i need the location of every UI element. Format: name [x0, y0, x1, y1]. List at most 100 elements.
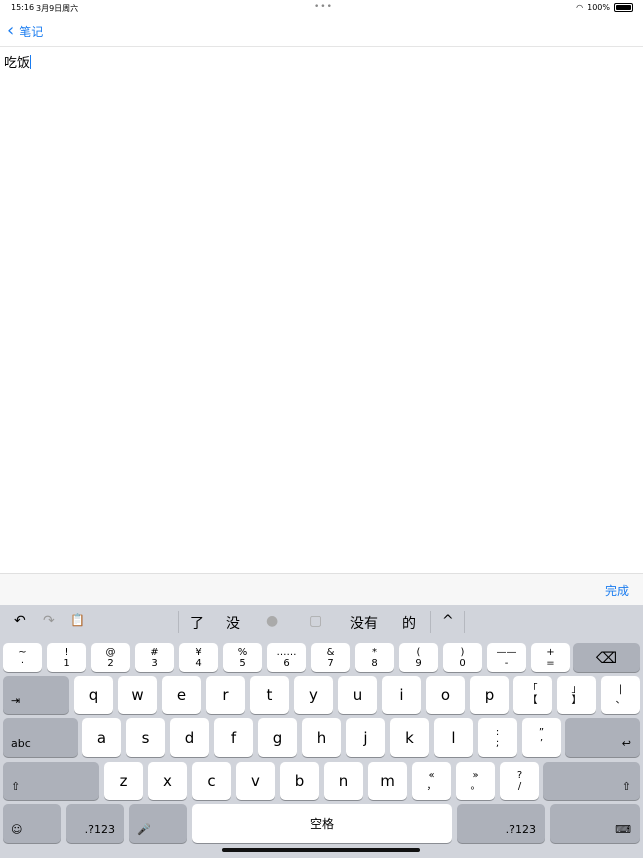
- punctuation-key[interactable]: 「【: [513, 676, 552, 714]
- letter-key[interactable]: y: [294, 676, 333, 714]
- candidate-3[interactable]: 没有: [350, 613, 378, 633]
- letter-key[interactable]: z: [104, 762, 143, 800]
- candidate-2[interactable]: 没: [226, 613, 240, 633]
- number-key[interactable]: ~ ·: [3, 643, 42, 672]
- number-key[interactable]: …… 6: [267, 643, 306, 672]
- numbers-key-left[interactable]: .?123: [66, 804, 124, 843]
- paste-icon[interactable]: 📋: [70, 613, 85, 627]
- toolbar-divider: [178, 611, 179, 633]
- letter-key[interactable]: r: [206, 676, 245, 714]
- letter-key[interactable]: m: [368, 762, 407, 800]
- key-label: m: [380, 772, 395, 790]
- back-button[interactable]: ‹ 笔记: [7, 22, 43, 40]
- key-label: g: [272, 728, 283, 747]
- key-bottom-symbol: 【: [527, 695, 538, 706]
- number-key[interactable]: #3: [135, 643, 174, 672]
- letter-key[interactable]: n: [324, 762, 363, 800]
- letter-key[interactable]: g: [258, 718, 297, 757]
- expand-candidates-icon[interactable]: ^: [442, 613, 454, 629]
- letter-key[interactable]: p: [470, 676, 509, 714]
- tab-key[interactable]: ⇥: [3, 676, 69, 714]
- key-bottom-symbol: 7: [327, 657, 334, 669]
- punctuation-key[interactable]: «，: [412, 762, 451, 800]
- hide-keyboard-key[interactable]: ⌨: [550, 804, 640, 843]
- punctuation-key[interactable]: 」】: [557, 676, 596, 714]
- key-label: j: [363, 728, 368, 747]
- letter-key[interactable]: h: [302, 718, 341, 757]
- key-label: s: [141, 728, 150, 747]
- key-bottom-symbol: ，: [426, 781, 437, 792]
- candidate-4[interactable]: 的: [402, 613, 416, 633]
- keyboard: ↶ ↷ 📋 了 没 ● ▢ 没有 的 ^ ⌫ ⇥ abc ↩ ⇧ ⇧ ☺ .?1…: [0, 605, 643, 858]
- note-text: 吃饭: [4, 56, 31, 71]
- abc-key[interactable]: abc: [3, 718, 78, 757]
- letter-key[interactable]: k: [390, 718, 429, 757]
- tab-icon: ⇥: [11, 694, 21, 707]
- letter-key[interactable]: a: [82, 718, 121, 757]
- letter-key[interactable]: j: [346, 718, 385, 757]
- numbers-key-right[interactable]: .?123: [457, 804, 545, 843]
- number-key[interactable]: —— -: [487, 643, 526, 672]
- letter-key[interactable]: v: [236, 762, 275, 800]
- redo-icon[interactable]: ↷: [43, 613, 55, 629]
- letter-key[interactable]: t: [250, 676, 289, 714]
- punctuation-key[interactable]: :;: [478, 718, 517, 757]
- done-button[interactable]: 完成: [605, 582, 629, 599]
- key-bottom-symbol: 2: [107, 657, 114, 669]
- letter-key[interactable]: b: [280, 762, 319, 800]
- candidate-1[interactable]: 了: [190, 613, 204, 633]
- dictation-key[interactable]: 🎤: [129, 804, 187, 843]
- delete-key[interactable]: ⌫: [573, 643, 640, 672]
- letter-key[interactable]: u: [338, 676, 377, 714]
- punctuation-key[interactable]: ? /: [500, 762, 539, 800]
- status-bar: 15:16 3月9日周六 ••• ◠ 100%: [0, 0, 643, 16]
- return-key[interactable]: ↩: [565, 718, 640, 757]
- key-bottom-symbol: 9: [415, 657, 422, 669]
- punctuation-key[interactable]: ”’: [522, 718, 561, 757]
- multitasking-dots-icon[interactable]: •••: [314, 2, 333, 12]
- letter-key[interactable]: i: [382, 676, 421, 714]
- candidate-image-icon[interactable]: ▢: [309, 613, 322, 629]
- letter-key[interactable]: d: [170, 718, 209, 757]
- number-key[interactable]: (9: [399, 643, 438, 672]
- letter-key[interactable]: w: [118, 676, 157, 714]
- number-key[interactable]: * 8: [355, 643, 394, 672]
- key-bottom-symbol: ;: [495, 737, 500, 749]
- key-top-symbol: ……: [276, 646, 297, 658]
- shift-icon: ⇧: [621, 780, 631, 793]
- number-key[interactable]: ¥4: [179, 643, 218, 672]
- number-key[interactable]: + =: [531, 643, 570, 672]
- number-key[interactable]: ! 1: [47, 643, 86, 672]
- key-bottom-symbol: ·: [20, 657, 25, 669]
- punctuation-key[interactable]: »。: [456, 762, 495, 800]
- key-bottom-symbol: 5: [239, 657, 246, 669]
- letter-key[interactable]: s: [126, 718, 165, 757]
- note-editor[interactable]: 吃饭: [4, 52, 32, 71]
- letter-key[interactable]: o: [426, 676, 465, 714]
- letter-key[interactable]: f: [214, 718, 253, 757]
- space-key[interactable]: 空格: [192, 804, 452, 843]
- key-label: a: [96, 728, 107, 747]
- key-label: n: [338, 772, 349, 790]
- key-label: o: [440, 686, 451, 704]
- number-key[interactable]: % 5: [223, 643, 262, 672]
- letter-key[interactable]: e: [162, 676, 201, 714]
- letter-key[interactable]: l: [434, 718, 473, 757]
- key-label: i: [399, 686, 404, 704]
- emoji-key[interactable]: ☺: [3, 804, 61, 843]
- key-top-symbol: ¥: [195, 646, 202, 658]
- letter-key[interactable]: c: [192, 762, 231, 800]
- abc-label: abc: [11, 737, 31, 750]
- candidate-emoji-icon[interactable]: ●: [266, 613, 278, 629]
- number-key[interactable]: & 7: [311, 643, 350, 672]
- undo-icon[interactable]: ↶: [14, 613, 26, 629]
- number-key[interactable]: ) 0: [443, 643, 482, 672]
- letter-key[interactable]: q: [74, 676, 113, 714]
- shift-key-right[interactable]: ⇧: [543, 762, 640, 800]
- number-key[interactable]: @2: [91, 643, 130, 672]
- key-bottom-symbol: 。: [470, 781, 481, 792]
- shift-key-left[interactable]: ⇧: [3, 762, 99, 800]
- letter-key[interactable]: x: [148, 762, 187, 800]
- key-top-symbol: !: [64, 646, 69, 658]
- punctuation-key[interactable]: |、: [601, 676, 640, 714]
